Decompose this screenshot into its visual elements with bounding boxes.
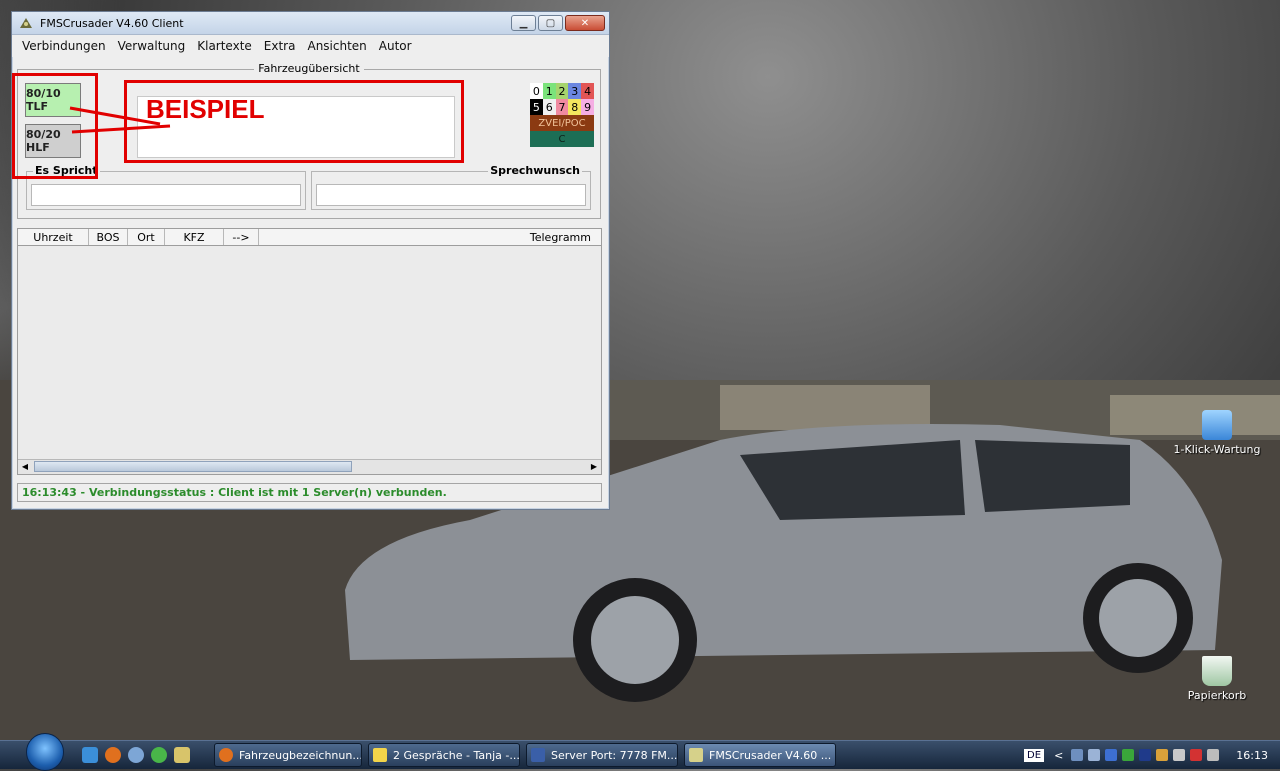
status-color-legend: 0 1 2 3 4 5 6 7 8 9 ZVEI/POC C (530, 83, 594, 147)
user-icon[interactable] (1156, 749, 1169, 761)
status-code-zvei: ZVEI/POC (530, 115, 594, 131)
maximize-button[interactable]: ▢ (538, 15, 563, 31)
status-code-3: 3 (568, 83, 582, 99)
bluetooth-icon[interactable] (1105, 749, 1118, 761)
scroll-left-icon[interactable]: ◀ (18, 460, 32, 473)
status-code-c: C (530, 131, 594, 147)
sprechwunsch-label: Sprechwunsch (488, 164, 582, 177)
security-icon[interactable] (1122, 749, 1135, 761)
window-title: FMSCrusader V4.60 Client (40, 16, 184, 30)
menu-verbindungen[interactable]: Verbindungen (16, 39, 112, 53)
status-code-4: 4 (581, 83, 594, 99)
app-icon (20, 18, 32, 28)
start-button[interactable] (26, 733, 64, 771)
menu-bar: Verbindungen Verwaltung Klartexte Extra … (12, 35, 609, 57)
system-tray: DE < 16:13 (1024, 741, 1280, 769)
status-row-1: 0 1 2 3 4 (530, 83, 594, 99)
language-indicator[interactable]: DE (1024, 748, 1045, 762)
menu-ansichten[interactable]: Ansichten (301, 39, 372, 53)
antivir-icon[interactable] (1190, 749, 1203, 761)
task-gespraeche[interactable]: 2 Gespräche - Tanja -... (368, 743, 520, 767)
tray-expand-icon[interactable]: < (1054, 749, 1063, 762)
col-bos[interactable]: BOS (89, 229, 128, 245)
scroll-right-icon[interactable]: ▶ (587, 460, 601, 473)
es-spricht-field (31, 184, 301, 206)
horizontal-scrollbar[interactable]: ◀ ▶ (18, 459, 601, 474)
menu-verwaltung[interactable]: Verwaltung (112, 39, 192, 53)
connection-status-bar: 16:13:43 - Verbindungsstatus : Client is… (17, 483, 602, 502)
telegram-table: Uhrzeit BOS Ort KFZ --> Telegramm ◀ ▶ (17, 228, 602, 475)
ie-icon[interactable] (82, 747, 98, 763)
flower-app-icon[interactable] (151, 747, 167, 763)
col-ort[interactable]: Ort (128, 229, 165, 245)
col-telegramm[interactable]: Telegramm (259, 229, 601, 245)
task-label: FMSCrusader V4.60 ... (709, 748, 832, 762)
status-code-0: 0 (530, 83, 543, 99)
task-server-port[interactable]: Server Port: 7778 FM... (526, 743, 678, 767)
monitor-icon[interactable] (1207, 749, 1220, 761)
app-icon (689, 748, 703, 762)
thunderbird-icon[interactable] (128, 747, 144, 763)
task-label: 2 Gespräche - Tanja -... (393, 748, 520, 762)
desktop-icon-papierkorb[interactable]: Papierkorb (1172, 656, 1262, 702)
desktop-icon-label: 1-Klick-Wartung (1173, 443, 1261, 456)
status-code-2: 2 (555, 83, 569, 99)
sprechwunsch-group: Sprechwunsch (311, 164, 591, 210)
minimize-button[interactable]: ▁ (511, 15, 536, 31)
status-code-6: 6 (542, 99, 556, 115)
desktop-icon-label: Papierkorb (1187, 689, 1247, 702)
desktop-icon-wartung[interactable]: 1-Klick-Wartung (1172, 410, 1262, 456)
scroll-thumb[interactable] (34, 461, 352, 472)
panel-title: Fahrzeugübersicht (254, 62, 364, 75)
close-button[interactable]: ✕ (565, 15, 605, 31)
network-app-icon[interactable] (174, 747, 190, 763)
clock[interactable]: 16:13 (1236, 749, 1268, 762)
status-code-9: 9 (581, 99, 594, 115)
sprechwunsch-field (316, 184, 586, 206)
server-icon (531, 748, 545, 762)
col-kfz[interactable]: KFZ (165, 229, 224, 245)
task-fahrzeugbezeichnung[interactable]: Fahrzeugbezeichnun... (214, 743, 362, 767)
col-uhrzeit[interactable]: Uhrzeit (18, 229, 89, 245)
status-code-1: 1 (542, 83, 556, 99)
menu-klartexte[interactable]: Klartexte (191, 39, 258, 53)
col-arrow[interactable]: --> (224, 229, 259, 245)
menu-autor[interactable]: Autor (373, 39, 418, 53)
network-icon[interactable] (1071, 749, 1084, 761)
chat-icon (373, 748, 387, 762)
title-bar[interactable]: FMSCrusader V4.60 Client ▁ ▢ ✕ (12, 12, 609, 35)
menu-extra[interactable]: Extra (258, 39, 302, 53)
status-code-8: 8 (568, 99, 582, 115)
status-code-7: 7 (555, 99, 569, 115)
annotation-beispiel: BEISPIEL (146, 94, 265, 124)
task-fmscrusader[interactable]: FMSCrusader V4.60 ... (684, 743, 836, 767)
maintenance-icon (1202, 410, 1232, 440)
recycle-bin-icon (1202, 656, 1232, 686)
taskbar: Fahrzeugbezeichnun... 2 Gespräche - Tanj… (0, 733, 1280, 771)
firefox-icon[interactable] (105, 747, 121, 763)
provider-icon[interactable] (1139, 749, 1152, 761)
status-row-2: 5 6 7 8 9 (530, 99, 594, 115)
zonealarm-icon[interactable] (1173, 749, 1186, 761)
status-code-5: 5 (530, 99, 543, 115)
table-header: Uhrzeit BOS Ort KFZ --> Telegramm (18, 229, 601, 246)
volume-icon[interactable] (1088, 749, 1101, 761)
task-label: Fahrzeugbezeichnun... (239, 748, 362, 762)
firefox-icon (219, 748, 233, 762)
task-label: Server Port: 7778 FM... (551, 748, 678, 762)
